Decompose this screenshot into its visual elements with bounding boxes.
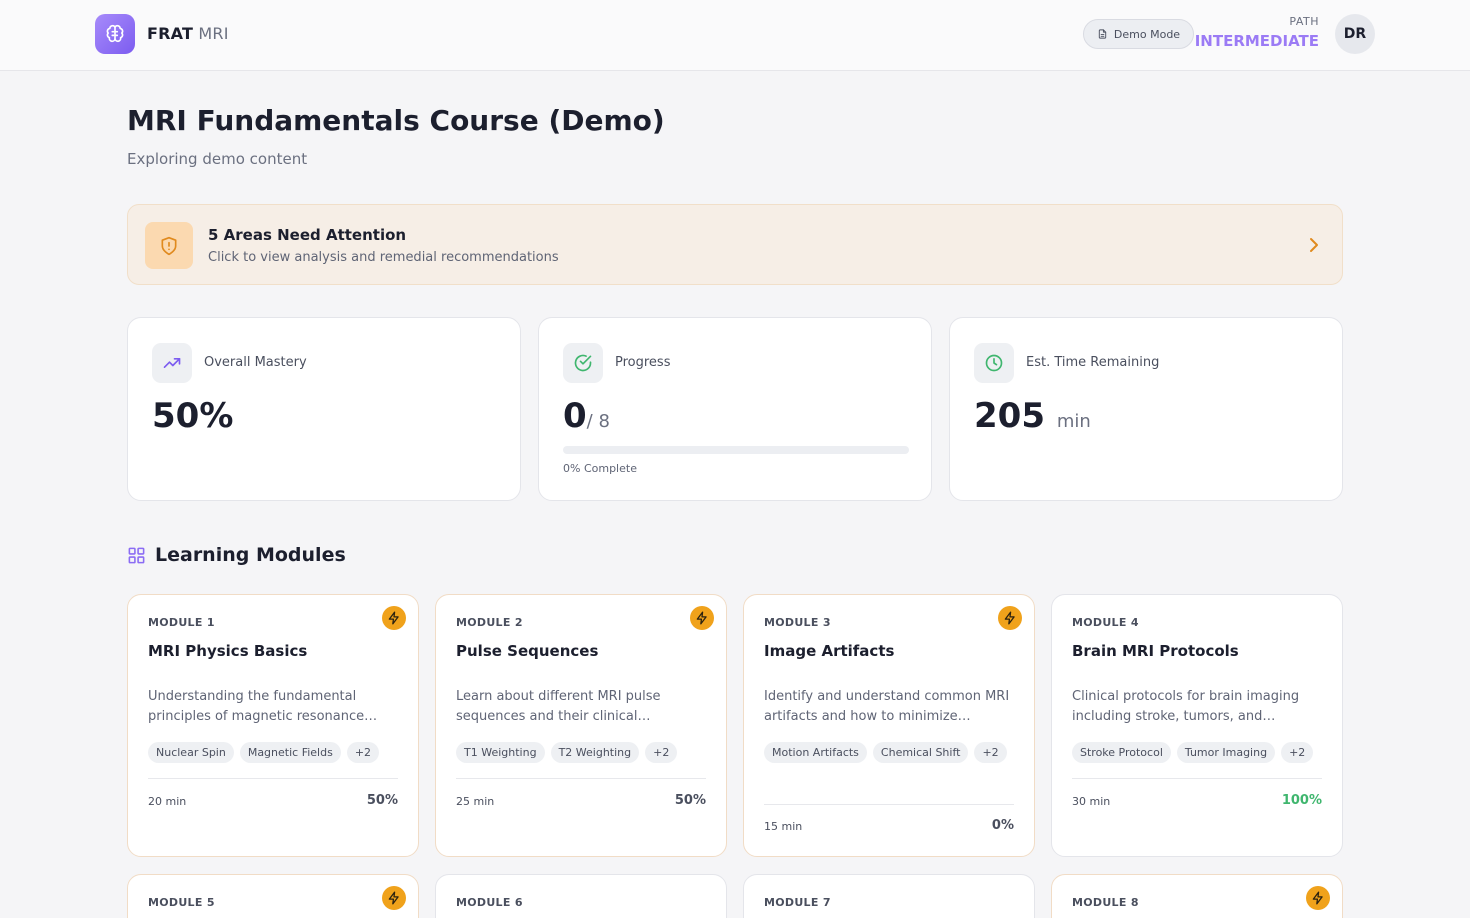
document-icon — [1098, 29, 1107, 39]
lightning-icon — [1306, 886, 1330, 910]
module-title: MRI Physics Basics — [148, 642, 308, 660]
module-percent: 100% — [1281, 793, 1322, 808]
brand-name[interactable]: FRAT MRI — [147, 24, 229, 43]
module-tags: Nuclear Spin Magnetic Fields +2 — [148, 742, 400, 763]
module-number: MODULE 7 — [764, 896, 831, 909]
shield-alert-icon — [145, 222, 193, 269]
lightning-icon — [998, 606, 1022, 630]
module-tag-more: +2 — [974, 742, 1007, 763]
page-subtitle: Exploring demo content — [127, 150, 308, 168]
chevron-right-icon[interactable] — [1308, 235, 1320, 259]
module-number: MODULE 2 — [456, 616, 523, 629]
lightning-icon — [690, 606, 714, 630]
stat-card-mastery: Overall Mastery 50% — [127, 317, 521, 501]
divider — [1072, 778, 1322, 779]
time-number: 205 — [974, 396, 1045, 436]
lightning-icon — [382, 606, 406, 630]
module-tag: Tumor Imaging — [1176, 742, 1276, 763]
module-tag-more: +2 — [645, 742, 678, 763]
module-tag: Motion Artifacts — [764, 742, 867, 763]
mastery-value: 50% — [152, 396, 234, 436]
module-tag: T1 Weighting — [456, 742, 545, 763]
progress-count: 0 — [563, 396, 587, 436]
module-number: MODULE 3 — [764, 616, 831, 629]
module-card-4[interactable]: MODULE 4 Brain MRI Protocols Clinical pr… — [1051, 594, 1343, 857]
demo-mode-badge[interactable]: Demo Mode — [1083, 19, 1194, 49]
path-value[interactable]: INTERMEDIATE — [1195, 32, 1319, 50]
module-title: Brain MRI Protocols — [1072, 642, 1239, 660]
check-circle-icon — [563, 343, 603, 383]
progress-label: Progress — [615, 355, 671, 370]
module-title: Image Artifacts — [764, 642, 895, 660]
time-label: Est. Time Remaining — [1026, 355, 1160, 370]
module-number: MODULE 5 — [148, 896, 215, 909]
module-description: Understanding the fundamental principles… — [148, 689, 378, 724]
module-number: MODULE 1 — [148, 616, 215, 629]
clock-icon — [974, 343, 1014, 383]
module-card-5[interactable]: MODULE 5 — [127, 874, 419, 918]
module-duration: 15 min — [764, 820, 803, 833]
module-duration: 25 min — [456, 795, 495, 808]
module-tag: T2 Weighting — [550, 742, 640, 763]
module-card-3[interactable]: MODULE 3 Image Artifacts Identify and un… — [743, 594, 1035, 857]
module-card-8[interactable]: MODULE 8 — [1051, 874, 1343, 918]
module-percent: 0% — [991, 818, 1014, 833]
stat-card-progress: Progress 0/ 8 0% Complete — [538, 317, 932, 501]
module-tag-more: +2 — [1281, 742, 1314, 763]
brain-icon[interactable] — [95, 14, 135, 54]
module-description: Clinical protocols for brain imaging inc… — [1072, 689, 1300, 724]
divider — [764, 804, 1014, 805]
module-description: Learn about different MRI pulse sequence… — [456, 689, 661, 724]
module-description: Identify and understand common MRI artif… — [764, 689, 1010, 724]
module-tag: Magnetic Fields — [239, 742, 341, 763]
module-title: Pulse Sequences — [456, 642, 599, 660]
progress-value: 0/ 8 — [563, 396, 610, 436]
module-tag: Nuclear Spin — [148, 742, 234, 763]
learning-modules-header: Learning Modules — [127, 544, 346, 566]
divider — [456, 778, 706, 779]
module-duration: 30 min — [1072, 795, 1111, 808]
progress-total: / 8 — [586, 411, 610, 432]
top-header: FRAT MRI Demo Mode PATH INTERMEDIATE DR — [0, 0, 1470, 71]
stat-card-time: Est. Time Remaining 205 min — [949, 317, 1343, 501]
module-card-2[interactable]: MODULE 2 Pulse Sequences Learn about dif… — [435, 594, 727, 857]
module-number: MODULE 4 — [1072, 616, 1139, 629]
avatar[interactable]: DR — [1335, 14, 1375, 54]
brand-bold: FRAT — [147, 24, 194, 43]
module-tags: Motion Artifacts Chemical Shift +2 — [764, 742, 1016, 763]
progress-complete-text: 0% Complete — [563, 462, 637, 475]
module-number: MODULE 6 — [456, 896, 523, 909]
mastery-label: Overall Mastery — [204, 355, 307, 370]
time-unit: min — [1056, 411, 1091, 432]
module-tag: Stroke Protocol — [1072, 742, 1171, 763]
brand-light: MRI — [198, 24, 229, 43]
module-percent: 50% — [366, 793, 398, 808]
module-percent: 50% — [674, 793, 706, 808]
attention-banner[interactable]: 5 Areas Need Attention Click to view ana… — [127, 204, 1343, 285]
trending-up-icon — [152, 343, 192, 383]
divider — [148, 778, 398, 779]
module-number: MODULE 8 — [1072, 896, 1139, 909]
attention-description: Click to view analysis and remedial reco… — [208, 250, 559, 265]
module-duration: 20 min — [148, 795, 187, 808]
demo-mode-label: Demo Mode — [1113, 27, 1181, 41]
module-card-6[interactable]: MODULE 6 — [435, 874, 727, 918]
learning-modules-title: Learning Modules — [155, 544, 346, 566]
grid-icon — [128, 547, 145, 563]
attention-title: 5 Areas Need Attention — [208, 226, 407, 244]
module-tags: T1 Weighting T2 Weighting +2 — [456, 742, 708, 763]
time-value: 205 min — [974, 396, 1091, 436]
progress-bar — [563, 446, 909, 454]
module-tag: Chemical Shift — [872, 742, 969, 763]
lightning-icon — [382, 886, 406, 910]
module-tags: Stroke Protocol Tumor Imaging +2 — [1072, 742, 1324, 763]
path-label: PATH — [1289, 15, 1319, 28]
module-card-1[interactable]: MODULE 1 MRI Physics Basics Understandin… — [127, 594, 419, 857]
module-tag-more: +2 — [346, 742, 380, 763]
page-title: MRI Fundamentals Course (Demo) — [127, 104, 665, 137]
module-card-7[interactable]: MODULE 7 — [743, 874, 1035, 918]
